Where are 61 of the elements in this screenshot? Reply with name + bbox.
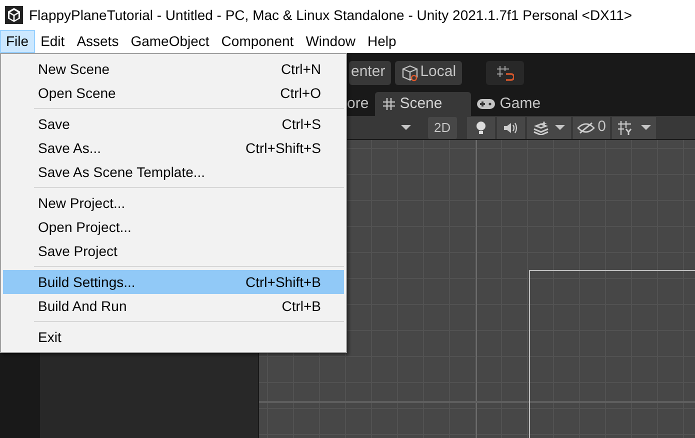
menu-entry[interactable]: Open Scene Ctrl+O [3,81,344,105]
menu-item[interactable]: Edit [34,30,71,53]
cube-icon [401,64,420,82]
speaker-icon [502,122,519,134]
space-button[interactable]: Local [395,60,462,84]
caret-icon [554,125,565,130]
menu-item[interactable]: GameObject [124,30,216,53]
gizmos-dropdown-button[interactable] [612,116,656,138]
grid-snap-icon [496,64,514,80]
shortcut-label: Ctrl+Shift+S [246,138,321,158]
effects-dropdown-button[interactable] [526,116,571,138]
gizmo-grid-icon [616,120,633,136]
menu-entry[interactable]: New Project... [3,191,344,215]
caret-icon [401,125,411,130]
hidden-objects-button[interactable]: 0 [572,116,610,138]
bulb-icon [476,120,486,134]
grid-icon [382,98,395,110]
editor-tab[interactable]: ore [341,92,375,116]
2d-button[interactable]: 2D [428,116,457,138]
menu-entry-label: Save As... [38,138,102,158]
menu-entry[interactable]: Save Project [3,239,344,263]
snap-button[interactable] [486,60,524,84]
menu-entry[interactable]: Open Project... [3,215,344,239]
menu-entry-label: New Project... [38,194,126,213]
editor-tab[interactable]: Game [470,92,567,116]
gamepad-icon [476,99,495,109]
caret-icon [640,125,651,130]
menu-entry-label: Save [38,114,70,134]
menu-entry[interactable]: Build And Run Ctrl+B [3,294,344,318]
menu-entry[interactable]: New Scene Ctrl+N [3,57,344,81]
menu-entry-label: Open Scene [38,84,116,103]
menu-entry[interactable]: Save As Scene Template... [3,160,344,184]
window-title: FlappyPlaneTutorial - Untitled - PC, Mac & Linux Standalone - Unity 2021.1.7f1 Personal <DX11> [29,6,632,25]
shortcut-label: Ctrl+N [280,60,321,78]
layers-icon [532,120,549,134]
editor-tab[interactable]: Scene [374,92,471,116]
menu-entry[interactable]: Exit [3,325,344,349]
menu-item[interactable]: File [0,30,35,53]
pivot-button[interactable]: enter [349,60,392,84]
lighting-button[interactable] [466,116,495,138]
menu-item[interactable]: Window [300,30,362,53]
shortcut-label: Ctrl+O [280,84,321,102]
menu-item[interactable]: Component [215,30,300,53]
menu-entry-label: Open Project... [38,218,132,237]
audio-button[interactable] [496,116,525,138]
menu-entry-label: New Scene [38,60,110,78]
menu-entry-label: Build Settings... [38,272,136,292]
eye-hidden-icon [576,122,595,134]
menu-item[interactable]: Help [361,30,402,53]
menu-entry-label: Exit [38,328,62,346]
shortcut-label: Ctrl+Shift+B [246,272,321,292]
menu-entry-label: Save As Scene Template... [38,162,206,182]
shortcut-label: Ctrl+S [282,114,321,134]
shortcut-label: Ctrl+B [282,296,321,316]
menu-entry[interactable]: Save As... Ctrl+Shift+S [3,136,344,160]
menu-entry[interactable]: Save Ctrl+S [3,112,344,136]
menu-item[interactable]: Assets [70,30,125,53]
unity-logo-icon [5,6,23,24]
menu-entry[interactable]: Build Settings... Ctrl+Shift+B [3,270,344,294]
menu-entry-label: Save Project [38,242,118,261]
menu-entry-label: Build And Run [38,296,127,316]
